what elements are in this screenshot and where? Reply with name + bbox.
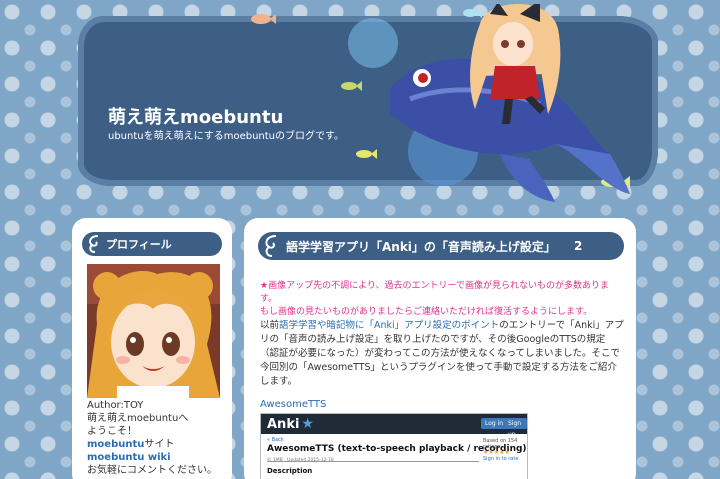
curl-ornament-icon — [89, 235, 99, 253]
image-notice: ★画像アップ先の不調により、過去のエントリーで画像が見られないものが多数あります… — [260, 280, 626, 319]
profile-heading-label: プロフィール — [106, 238, 172, 251]
avatar-girl-illustration — [87, 264, 220, 398]
sidebar-profile-panel: プロフィール Author:TOY 萌え萌えmoebuntuへ ようこそ！ mo… — [72, 218, 232, 479]
notice-line-2: もし画像の見たいものがありましたらご連絡いただければ復活するようにします。 — [260, 307, 593, 317]
post-content-panel: 語学学習アプリ「Anki」の「音声読み上げ設定」 2 ★画像アップ先の不調により… — [244, 218, 636, 479]
profile-heading: プロフィール — [82, 232, 222, 256]
mascot-fish-girl-illustration — [390, 4, 630, 202]
site-link-suffix: サイト — [144, 439, 175, 450]
body-prefix: 以前 — [260, 320, 280, 331]
comment-invite: お気軽にコメントください。 — [87, 465, 217, 476]
site-tagline: ubuntuを萌え萌えにするmoebuntuのブログです。 — [108, 131, 345, 142]
site-title[interactable]: 萌え萌えmoebuntu — [108, 103, 283, 129]
screenshot-anki-logo: Anki — [267, 416, 300, 432]
rate-link: Sign in to rate — [483, 456, 519, 462]
awesometts-screenshot[interactable]: Anki ★ Log in Sign up « Back AwesomeTTS … — [260, 413, 528, 479]
awesometts-link[interactable]: AwesomeTTS — [260, 399, 326, 410]
post-title[interactable]: 語学学習アプリ「Anki」の「音声読み上げ設定」 — [286, 238, 556, 255]
screenshot-topbar: Anki ★ Log in Sign up — [261, 414, 527, 438]
fish-decoration-icon — [251, 14, 276, 24]
welcome-line-2: ようこそ！ — [87, 426, 137, 437]
curl-ornament-icon — [265, 235, 277, 257]
post-title-number: 2 — [573, 239, 583, 253]
welcome-line-1: 萌え萌えmoebuntuへ — [87, 413, 189, 424]
post-body: 以前語学学習や暗記物に「Anki」アプリ設定のポイントのエントリーで「Anki」… — [260, 319, 624, 389]
author-name: Author:TOY — [87, 400, 144, 411]
screenshot-divider — [267, 461, 479, 462]
notice-line-1: ★画像アップ先の不調により、過去のエントリーで画像が見られないものが多数あります… — [260, 281, 609, 304]
post-heading: 語学学習アプリ「Anki」の「音声読み上げ設定」 2 — [258, 232, 624, 260]
moebuntu-wiki-link[interactable]: moebuntu wiki — [87, 451, 227, 464]
moebuntu-site-link[interactable]: moebuntu — [87, 439, 144, 450]
fish-decoration-icon — [356, 149, 377, 159]
profile-text: Author:TOY 萌え萌えmoebuntuへ ようこそ！ moebuntuサ… — [87, 399, 227, 477]
star-logo-icon: ★ — [301, 416, 314, 432]
screenshot-description-heading: Description — [267, 467, 313, 475]
author-avatar — [87, 264, 220, 398]
screenshot-rating: Based on 154 ratings: ★★★★★ Sign in to r… — [483, 438, 527, 462]
previous-entry-link[interactable]: 語学学習や暗記物に「Anki」アプリ設定のポイント — [279, 320, 499, 331]
screenshot-signup-button: Sign up — [504, 418, 527, 438]
fish-decoration-icon — [341, 81, 362, 91]
